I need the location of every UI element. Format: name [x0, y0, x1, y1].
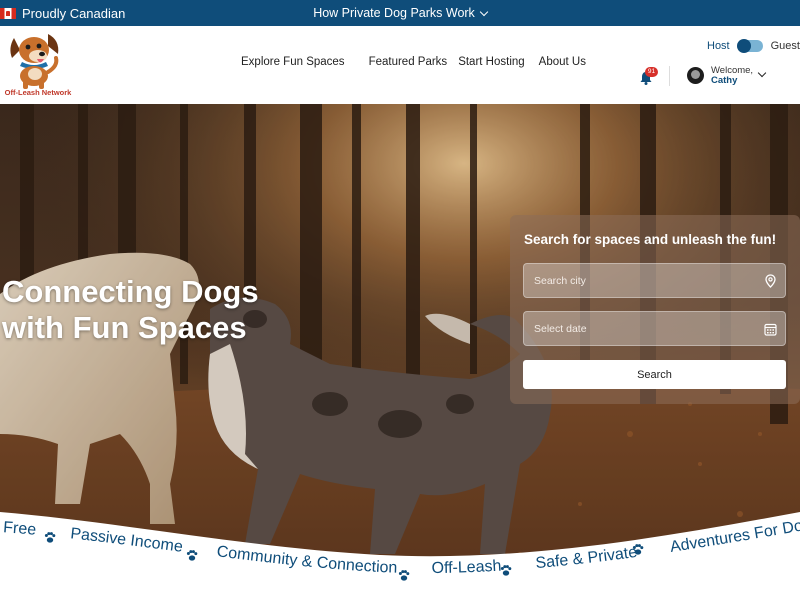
city-search-input[interactable]: [524, 264, 785, 297]
date-field[interactable]: [523, 311, 786, 346]
date-select-input[interactable]: [524, 312, 785, 345]
hero-title: Connecting Dogs with Fun Spaces: [2, 274, 302, 346]
user-name: Cathy: [711, 75, 738, 86]
nav-featured-parks[interactable]: Featured Parks: [369, 56, 448, 68]
announcement-bar: Proudly Canadian How Private Dog Parks W…: [0, 0, 800, 26]
search-panel: Search for spaces and unleash the fun! S…: [510, 215, 800, 404]
how-it-works-label[interactable]: How Private Dog Parks Work: [313, 6, 475, 20]
how-it-works-dropdown[interactable]: How Private Dog Parks Work: [0, 0, 800, 26]
host-guest-toggle: Host Guest: [707, 39, 800, 53]
avatar[interactable]: [687, 67, 704, 84]
switch-knob[interactable]: [736, 39, 751, 53]
nav-about-us[interactable]: About Us: [539, 56, 586, 68]
hero-title-line-1: Connecting Dogs: [2, 274, 259, 309]
notification-badge[interactable]: 91: [645, 67, 658, 77]
nav-start-hosting[interactable]: Start Hosting: [458, 56, 524, 68]
guest-label[interactable]: Guest: [771, 40, 800, 52]
city-field[interactable]: [523, 263, 786, 298]
search-heading: Search for spaces and unleash the fun!: [524, 232, 777, 247]
role-switch[interactable]: [736, 39, 763, 53]
chevron-down-icon[interactable]: [757, 68, 767, 78]
calendar-icon: [764, 323, 777, 336]
search-button[interactable]: Search: [523, 360, 786, 389]
hero-title-line-2: with Fun Spaces: [2, 310, 247, 345]
header-divider: [669, 66, 670, 86]
nav-explore-fun-spaces[interactable]: Explore Fun Spaces: [241, 56, 345, 68]
hero-section: Connecting Dogs with Fun Spaces Search f…: [0, 104, 800, 600]
map-pin-icon: [765, 274, 776, 288]
user-menu[interactable]: Welcome, Cathy: [711, 66, 753, 86]
chevron-down-icon[interactable]: [479, 7, 489, 16]
logo-wordmark: Off-Leash Network: [4, 88, 72, 97]
site-header: Off-Leash Network Explore Fun Spaces Fea…: [0, 26, 800, 104]
host-label[interactable]: Host: [707, 40, 730, 52]
main-nav: Explore Fun Spaces Featured Parks Start …: [241, 56, 586, 68]
